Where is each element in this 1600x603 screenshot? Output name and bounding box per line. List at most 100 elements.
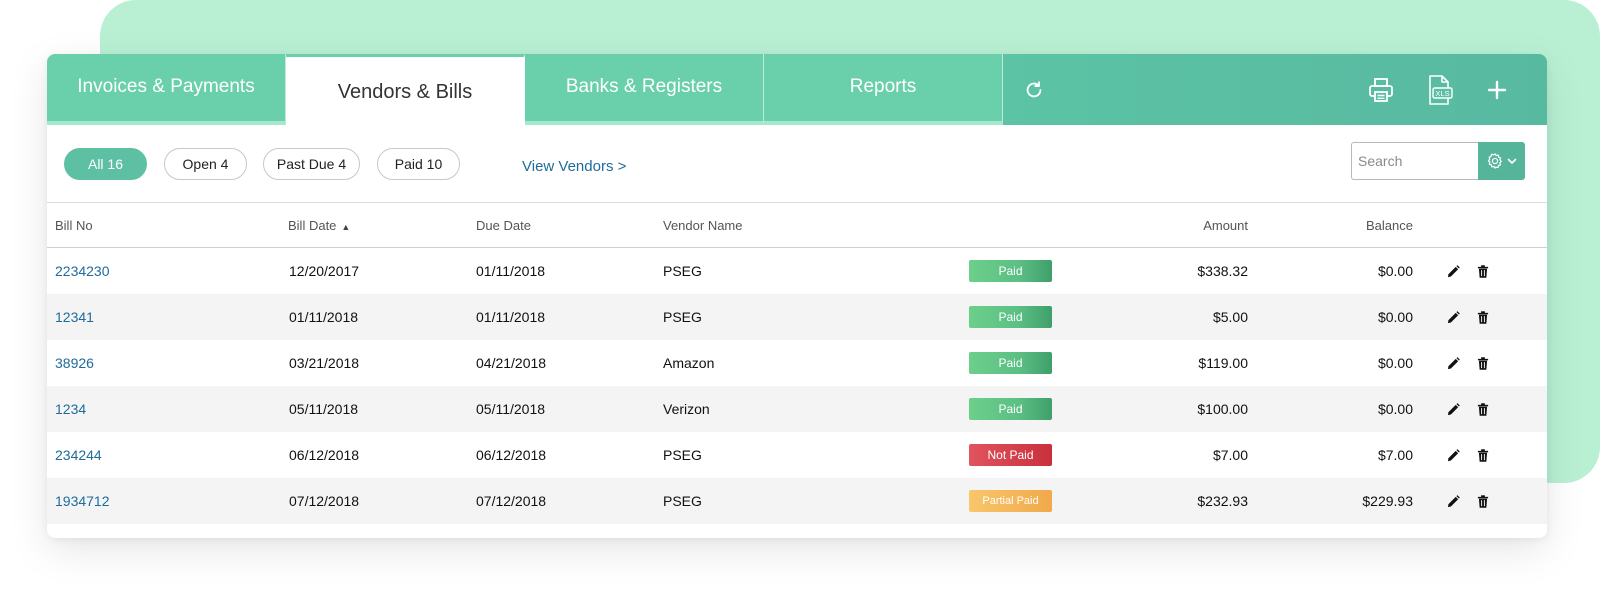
table-body: 2234230 12/20/2017 01/11/2018 PSEG Paid …	[47, 248, 1547, 524]
bill-date: 12/20/2017	[289, 263, 360, 279]
header-label: Vendor Name	[663, 218, 743, 233]
balance: $229.93	[1362, 493, 1413, 509]
tab-label: Banks & Registers	[565, 75, 723, 97]
delete-button[interactable]	[1475, 401, 1491, 417]
export-xls-button[interactable]: XLS	[1414, 54, 1464, 125]
xls-label: XLS	[1435, 89, 1449, 98]
status-badge: Paid	[969, 352, 1052, 374]
column-header-balance[interactable]: Balance	[1262, 203, 1413, 248]
edit-button[interactable]	[1445, 401, 1461, 417]
due-date: 06/12/2018	[476, 447, 547, 463]
header-label: Amount	[1203, 218, 1248, 233]
vendor-name: PSEG	[663, 309, 702, 325]
vendor-name: PSEG	[663, 447, 702, 463]
amount: $119.00	[1198, 355, 1248, 371]
table-row: 38926 03/21/2018 04/21/2018 Amazon Paid …	[47, 340, 1547, 386]
toolbar: XLS	[1003, 54, 1547, 125]
print-button[interactable]	[1356, 54, 1406, 125]
header-label: Bill No	[55, 218, 93, 233]
header-label: Due Date	[476, 218, 531, 233]
bill-number-link[interactable]: 12341	[55, 294, 94, 340]
pencil-icon	[1447, 264, 1460, 277]
edit-button[interactable]	[1445, 493, 1461, 509]
table-header: Bill No Bill Date ▲ Due Date Vendor Name…	[47, 202, 1547, 248]
pencil-icon	[1447, 402, 1460, 415]
column-header-due-date[interactable]: Due Date	[476, 203, 531, 248]
plus-icon	[1487, 80, 1507, 99]
status-badge: Paid	[969, 398, 1052, 420]
tab-invoices-payments[interactable]: Invoices & Payments	[47, 54, 286, 125]
balance: $0.00	[1377, 355, 1413, 371]
bill-number-link[interactable]: 234244	[55, 432, 102, 478]
bill-date: 01/11/2018	[289, 309, 359, 325]
search-input[interactable]	[1351, 142, 1478, 180]
xls-export-icon: XLS	[1429, 74, 1453, 105]
vendor-name: PSEG	[663, 263, 702, 279]
status-badge: Paid	[969, 260, 1052, 282]
tab-bar: Invoices & Payments Vendors & Bills Bank…	[47, 54, 1547, 125]
filter-open[interactable]: Open 4	[164, 148, 247, 180]
amount: $338.32	[1197, 263, 1248, 279]
trash-icon	[1477, 310, 1489, 324]
table-row: 1234 05/11/2018 05/11/2018 Verizon Paid …	[47, 386, 1547, 432]
due-date: 01/11/2018	[476, 309, 546, 325]
column-header-vendor-name[interactable]: Vendor Name	[663, 203, 743, 248]
pencil-icon	[1447, 494, 1460, 507]
due-date: 04/21/2018	[476, 355, 547, 371]
add-button[interactable]	[1472, 54, 1522, 125]
bill-number-link[interactable]: 1934712	[55, 478, 110, 524]
tab-label: Invoices & Payments	[77, 75, 255, 97]
tab-reports[interactable]: Reports	[764, 54, 1003, 125]
trash-icon	[1477, 402, 1489, 416]
delete-button[interactable]	[1475, 309, 1491, 325]
tab-vendors-bills[interactable]: Vendors & Bills	[286, 54, 525, 125]
filter-paid[interactable]: Paid 10	[377, 148, 460, 180]
edit-button[interactable]	[1445, 447, 1461, 463]
vendor-name: PSEG	[663, 493, 702, 509]
trash-icon	[1477, 494, 1489, 508]
bill-date: 03/21/2018	[289, 355, 360, 371]
table-row: 234244 06/12/2018 06/12/2018 PSEG Not Pa…	[47, 432, 1547, 478]
balance: $0.00	[1377, 263, 1413, 279]
due-date: 07/12/2018	[476, 493, 547, 509]
refresh-icon	[1026, 80, 1042, 97]
trash-icon	[1477, 448, 1489, 462]
status-badge: Partial Paid	[969, 490, 1052, 512]
bill-number-link[interactable]: 2234230	[55, 248, 110, 294]
table-row: 1934712 07/12/2018 07/12/2018 PSEG Parti…	[47, 478, 1547, 524]
delete-button[interactable]	[1475, 493, 1491, 509]
bill-number-link[interactable]: 1234	[55, 386, 86, 432]
trash-icon	[1477, 264, 1489, 278]
refresh-button[interactable]	[1009, 54, 1059, 125]
delete-button[interactable]	[1475, 355, 1491, 371]
balance: $0.00	[1377, 309, 1413, 325]
bills-panel: Invoices & Payments Vendors & Bills Bank…	[47, 54, 1547, 538]
bill-number-link[interactable]: 38926	[55, 340, 94, 386]
status-badge: Paid	[969, 306, 1052, 328]
header-label: Bill Date	[288, 218, 337, 233]
column-header-amount[interactable]: Amount	[1097, 203, 1248, 248]
column-header-bill-date[interactable]: Bill Date ▲	[288, 203, 350, 248]
column-header-bill-no[interactable]: Bill No	[55, 203, 93, 248]
edit-button[interactable]	[1445, 263, 1461, 279]
filter-past-due[interactable]: Past Due 4	[263, 148, 360, 180]
pencil-icon	[1447, 448, 1460, 461]
edit-button[interactable]	[1445, 355, 1461, 371]
amount: $100.00	[1197, 401, 1248, 417]
view-vendors-link[interactable]: View Vendors >	[522, 158, 626, 175]
edit-button[interactable]	[1445, 309, 1461, 325]
delete-button[interactable]	[1475, 263, 1491, 279]
due-date: 05/11/2018	[476, 401, 546, 417]
settings-dropdown-button[interactable]	[1478, 142, 1525, 180]
filter-all[interactable]: All 16	[64, 148, 147, 180]
amount: $232.93	[1197, 493, 1248, 509]
delete-button[interactable]	[1475, 447, 1491, 463]
header-label: Balance	[1366, 218, 1413, 233]
tab-banks-registers[interactable]: Banks & Registers	[525, 54, 764, 125]
table-row: 2234230 12/20/2017 01/11/2018 PSEG Paid …	[47, 248, 1547, 294]
balance: $7.00	[1377, 447, 1413, 463]
sort-ascending-icon: ▲	[341, 221, 351, 232]
due-date: 01/11/2018	[476, 263, 546, 279]
amount: $7.00	[1212, 447, 1248, 463]
tab-label: Vendors & Bills	[337, 80, 473, 103]
